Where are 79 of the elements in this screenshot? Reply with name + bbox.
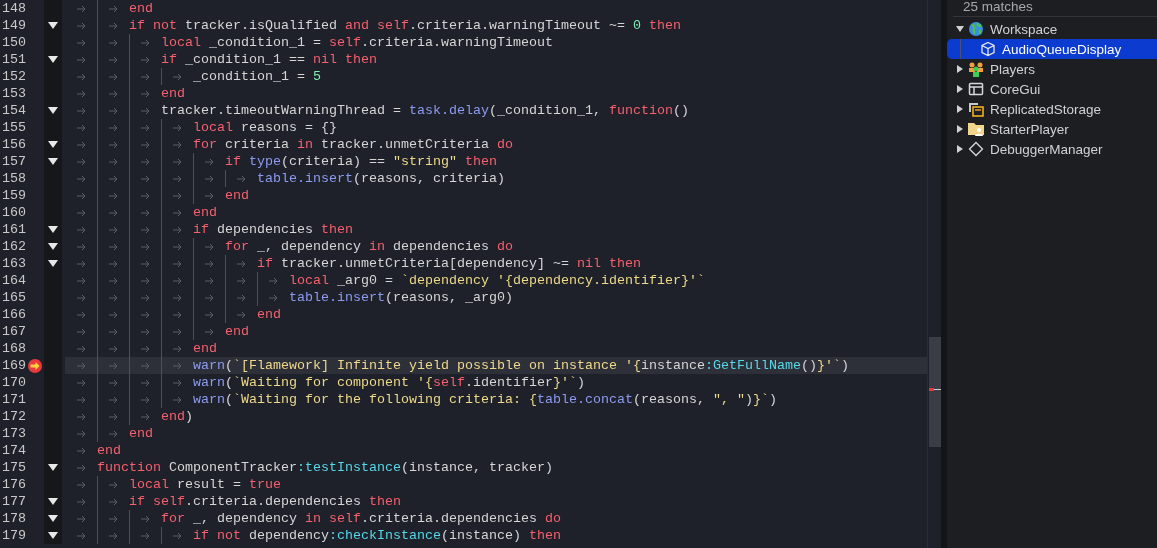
- line-number: 149: [1, 17, 27, 34]
- code-line: if self.criteria.dependencies then: [129, 493, 401, 510]
- tree-item[interactable]: DebuggerManager: [947, 139, 1157, 159]
- line-number: 160: [1, 204, 27, 221]
- code-line: if dependencies then: [193, 221, 353, 238]
- item-label: Workspace: [990, 21, 1058, 37]
- code-line: end): [161, 408, 193, 425]
- line-number: 167: [1, 323, 27, 340]
- line-number: 155: [1, 119, 27, 136]
- code-line: function ComponentTracker:testInstance(instance, tracker): [97, 459, 553, 476]
- line-number: 176: [1, 476, 27, 493]
- line-number: 177: [1, 493, 27, 510]
- code-line: local reasons = {}: [193, 119, 337, 136]
- code-line: for _, dependency in dependencies do: [225, 238, 513, 255]
- code-line: warn(`[Flamework] Infinite yield possible on instance '{instance:GetFullName()}'`): [193, 357, 849, 374]
- line-number: 173: [1, 425, 27, 442]
- code-line: end: [225, 187, 249, 204]
- line-number: 156: [1, 136, 27, 153]
- code-line: end: [193, 340, 217, 357]
- code-line: if type(criteria) == "string" then: [225, 153, 497, 170]
- line-number: 165: [1, 289, 27, 306]
- line-number: 171: [1, 391, 27, 408]
- tree-item[interactable]: ReplicatedStorage: [947, 99, 1157, 119]
- item-label: ReplicatedStorage: [990, 101, 1102, 117]
- code-line: end: [97, 442, 121, 459]
- code-line: warn(`Waiting for the following criteria: {table.concat(reasons, ", ")}`): [193, 391, 777, 408]
- code-line: _condition_1 = 5: [193, 68, 321, 85]
- tree-item[interactable]: AudioQueueDisplay: [947, 39, 1157, 59]
- line-number: 161: [1, 221, 27, 238]
- code-line: warn(`Waiting for component '{self.identifier}'`): [193, 374, 585, 391]
- tree-item[interactable]: CoreGui: [947, 79, 1157, 99]
- line-number: 179: [1, 527, 27, 544]
- line-number: 178: [1, 510, 27, 527]
- code-line: if tracker.unmetCriteria[dependency] ~= nil then: [257, 255, 641, 272]
- line-number: 172: [1, 408, 27, 425]
- code-line: table.insert(reasons, criteria): [257, 170, 505, 187]
- code-line: if _condition_1 == nil then: [161, 51, 377, 68]
- line-number: 150: [1, 34, 27, 51]
- item-label: DebuggerManager: [990, 141, 1103, 157]
- line-number: 158: [1, 170, 27, 187]
- match-count: 25 matches: [953, 0, 1157, 17]
- code-line: for criteria in tracker.unmetCriteria do: [193, 136, 513, 153]
- line-number: 148: [1, 0, 27, 17]
- item-label: StarterPlayer: [990, 121, 1069, 137]
- tree-item[interactable]: StarterPlayer: [947, 119, 1157, 139]
- code-line: local _arg0 = `dependency '{dependency.identifier}'`: [289, 272, 705, 289]
- line-number: 151: [1, 51, 27, 68]
- line-number: 153: [1, 85, 27, 102]
- code-line: local result = true: [129, 476, 281, 493]
- line-number: 152: [1, 68, 27, 85]
- code-line: end: [161, 85, 185, 102]
- code-line: end: [257, 306, 281, 323]
- line-number: 166: [1, 306, 27, 323]
- line-number: 174: [1, 442, 27, 459]
- code-line: tracker.timeoutWarningThread = task.delay(_condition_1, function(): [161, 102, 689, 119]
- code-line: end: [193, 204, 217, 221]
- line-number: 175: [1, 459, 27, 476]
- line-number: 164: [1, 272, 27, 289]
- code-line: for _, dependency in self.criteria.dependencies do: [161, 510, 561, 527]
- code-line: end: [225, 323, 249, 340]
- line-number: 163: [1, 255, 27, 272]
- item-label: Players: [990, 61, 1035, 77]
- item-label: AudioQueueDisplay: [1002, 41, 1122, 57]
- code-line: end: [129, 0, 153, 17]
- line-number: 159: [1, 187, 27, 204]
- line-number: 154: [1, 102, 27, 119]
- line-number: 162: [1, 238, 27, 255]
- code-line: local _condition_1 = self.criteria.warningTimeout: [161, 34, 553, 51]
- code-line: end: [129, 425, 153, 442]
- code-line: if not dependency:checkInstance(instance) then: [193, 527, 561, 544]
- line-number: 169: [1, 357, 27, 374]
- line-number: 157: [1, 153, 27, 170]
- tree-item[interactable]: Workspace: [947, 19, 1157, 39]
- code-line: if not tracker.isQualified and self.criteria.warningTimeout ~= 0 then: [129, 17, 681, 34]
- line-number: 168: [1, 340, 27, 357]
- code-line: table.insert(reasons, _arg0): [289, 289, 513, 306]
- tree-item[interactable]: Players: [947, 59, 1157, 79]
- item-label: CoreGui: [990, 81, 1041, 97]
- line-number: 170: [1, 374, 27, 391]
